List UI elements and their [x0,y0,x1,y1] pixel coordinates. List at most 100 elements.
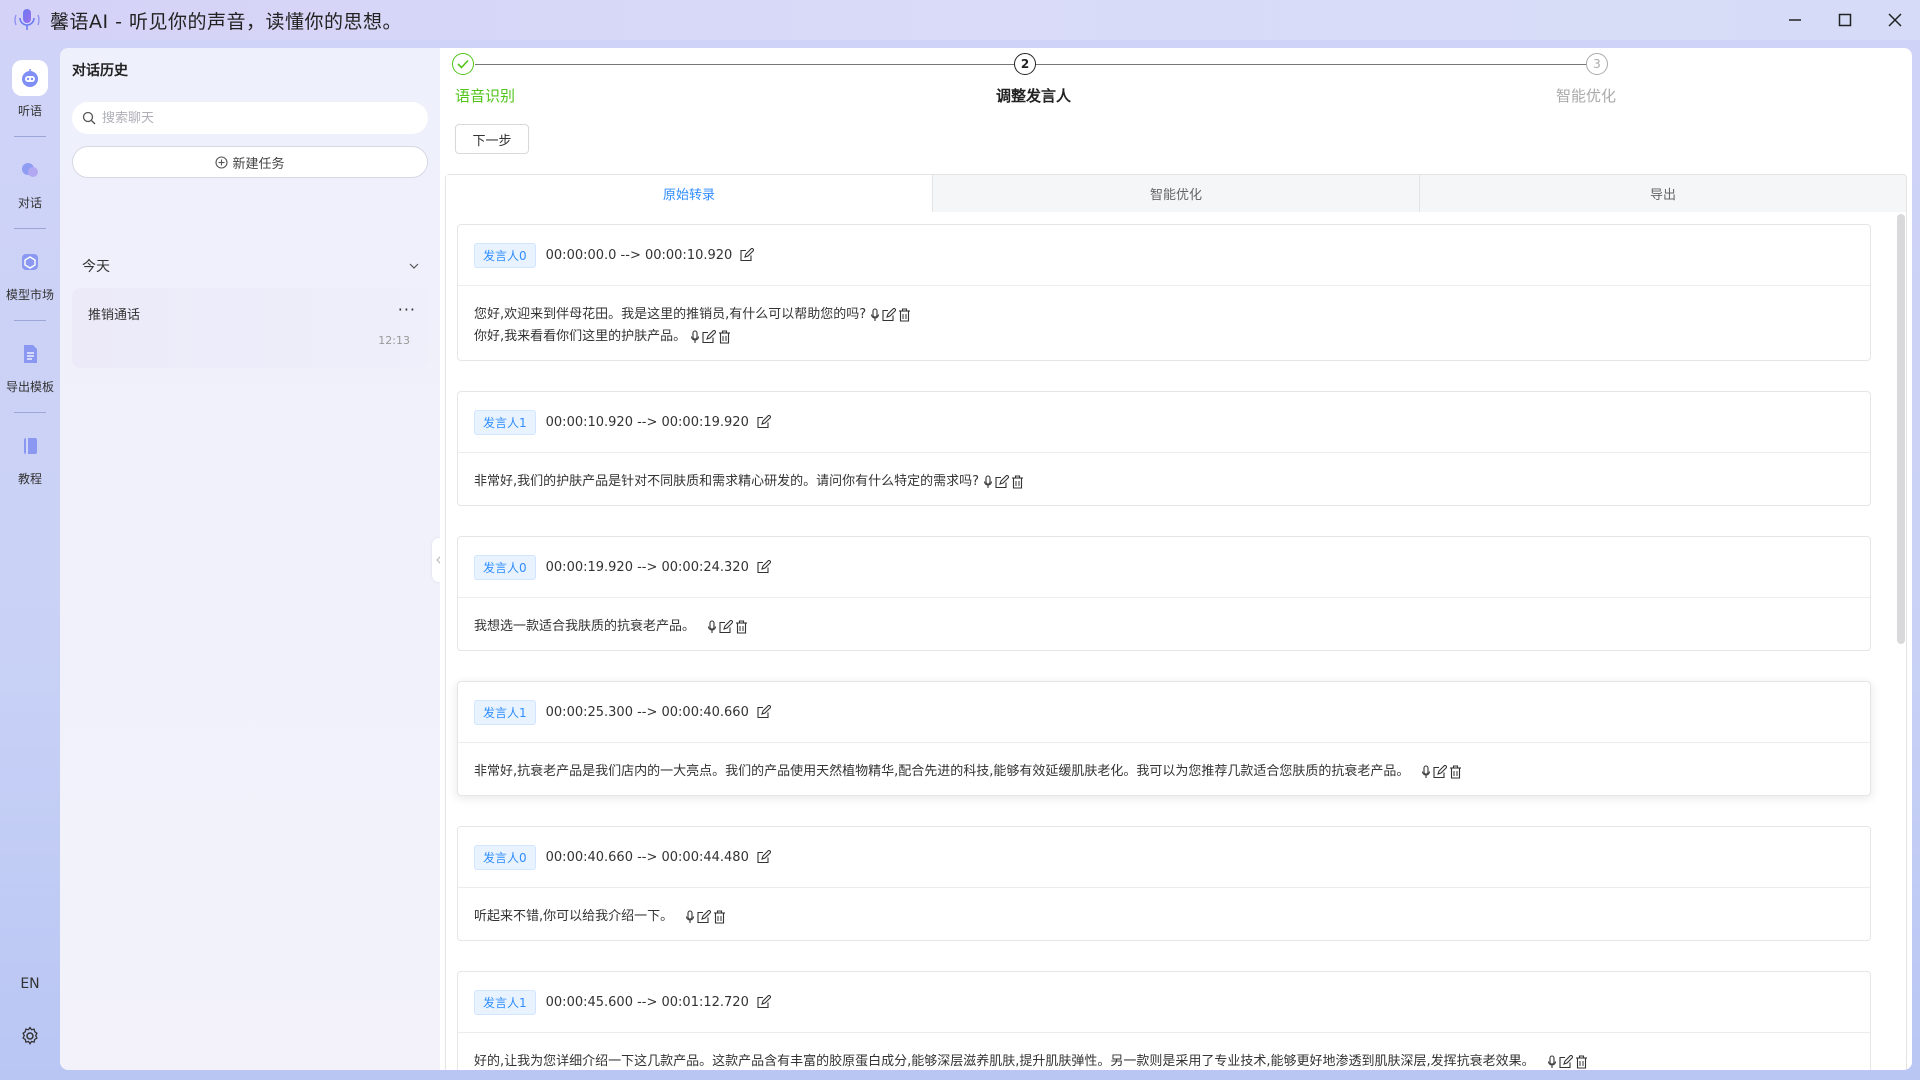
microphone-logo-icon [10,3,44,37]
search-input[interactable] [102,110,402,126]
microphone-icon[interactable] [870,308,880,322]
segment-time: 00:00:45.600 --> 00:01:12.720 [545,994,749,1010]
step-2-label: 调整发言人 [996,87,1072,105]
cube-icon [12,244,48,280]
line-text: 你好,我来看看你们这里的护肤产品。 [474,329,687,344]
microphone-icon[interactable] [1547,1055,1557,1069]
edit-time-icon[interactable] [757,995,771,1009]
microphone-icon[interactable] [690,330,700,344]
edit-icon[interactable] [702,330,717,344]
line-text: 我想选一款适合我肤质的抗衰老产品。 [474,619,696,634]
transcript-segment: 发言人1 00:00:10.920 --> 00:00:19.920 非常好,我… [457,391,1871,506]
microphone-icon[interactable] [685,910,695,924]
speaker-tag[interactable]: 发言人1 [474,409,536,435]
edit-icon[interactable] [697,910,712,924]
nav-item-export-template[interactable]: 导出模板 [0,336,60,395]
microphone-icon[interactable] [1421,765,1431,779]
step-connector [475,64,1015,65]
next-step-button[interactable]: 下一步 [455,124,529,154]
transcript-line: 非常好,我们的护肤产品是针对不同肤质和需求精心研发的。请问你有什么特定的需求吗? [474,471,1870,493]
speaker-tag[interactable]: 发言人0 [474,844,536,870]
edit-icon[interactable] [995,475,1010,489]
new-task-button[interactable]: 新建任务 [72,146,428,178]
search-icon [82,111,96,125]
transcript-segment: 发言人1 00:00:45.600 --> 00:01:12.720 好的,让我… [457,971,1871,1070]
title-bar: 馨语AI - 听见你的声音，读懂你的思想。 [0,0,1920,40]
delete-icon[interactable] [1575,1055,1588,1069]
plus-circle-icon [215,155,229,169]
transcript-line: 我想选一款适合我肤质的抗衰老产品。 [474,616,1870,638]
segment-time: 00:00:25.300 --> 00:00:40.660 [545,704,749,720]
transcript-segment: 发言人0 00:00:19.920 --> 00:00:24.320 我想选一款… [457,536,1871,651]
close-icon [1888,13,1902,27]
transcript-line: 好的,让我为您详细介绍一下这几款产品。这款产品含有丰富的胶原蛋白成分,能够深层滋… [474,1051,1870,1070]
edit-time-icon[interactable] [757,705,771,719]
chat-icon [12,152,48,188]
edit-time-icon[interactable] [740,248,755,262]
delete-icon[interactable] [713,910,726,924]
search-box [72,102,428,134]
speaker-tag[interactable]: 发言人0 [474,242,536,268]
nav-item-listen[interactable]: 听语 [0,60,60,119]
history-group-header[interactable]: 今天 [82,256,420,276]
document-icon [12,336,48,372]
edit-time-icon[interactable] [757,850,771,864]
step-connector [1036,64,1586,65]
nav-divider [14,320,46,321]
delete-icon[interactable] [1011,475,1024,489]
segment-time: 00:00:10.920 --> 00:00:19.920 [545,414,749,430]
line-text: 听起来不错,你可以给我介绍一下。 [474,909,674,924]
chevron-down-icon [409,263,419,269]
settings-button[interactable] [20,1026,40,1046]
history-item-time: 12:13 [378,334,410,347]
line-text: 好的,让我为您详细介绍一下这几款产品。这款产品含有丰富的胶原蛋白成分,能够深层滋… [474,1054,1535,1069]
line-text: 您好,欢迎来到伴母花田。我是这里的推销员,有什么可以帮助您的吗? [474,307,867,322]
line-text: 非常好,我们的护肤产品是针对不同肤质和需求精心研发的。请问你有什么特定的需求吗? [474,474,980,489]
line-text: 非常好,抗衰老产品是我们店内的一大亮点。我们的产品使用天然植物精华,配合先进的科… [474,764,1410,779]
nav-rail: 听语 对话 模型市场 导出模板 教程 EN [0,40,60,1080]
scrollbar-thumb[interactable] [1897,214,1905,644]
delete-icon[interactable] [718,330,731,344]
step-progress: 语音识别 2 调整发言人 3 智能优化 [440,48,1912,118]
step-3-circle: 3 [1586,53,1608,75]
tab-smart-optimize[interactable]: 智能优化 [932,175,1419,212]
tab-raw-transcript[interactable]: 原始转录 [446,175,932,212]
delete-icon[interactable] [735,620,748,634]
speaker-tag[interactable]: 发言人1 [474,989,536,1015]
maximize-button[interactable] [1820,0,1870,40]
nav-divider [14,136,46,137]
transcript-line: 非常好,抗衰老产品是我们店内的一大亮点。我们的产品使用天然植物精华,配合先进的科… [474,761,1870,783]
nav-item-chat[interactable]: 对话 [0,152,60,211]
nav-label: 教程 [17,472,42,486]
nav-item-model-market[interactable]: 模型市场 [0,244,60,303]
speaker-tag[interactable]: 发言人0 [474,554,536,580]
gear-icon [22,1026,38,1045]
history-item[interactable]: 推销通话 ··· 12:13 [72,288,428,368]
edit-icon[interactable] [882,308,897,322]
close-button[interactable] [1870,0,1920,40]
step-1-done-icon [452,53,474,75]
step-2-circle: 2 [1014,53,1036,75]
main-panel: 语音识别 2 调整发言人 3 智能优化 下一步 原始转录 智能优化 导出 发言人… [440,48,1912,1070]
microphone-icon[interactable] [983,475,993,489]
segment-time: 00:00:40.660 --> 00:00:44.480 [545,849,749,865]
segment-time: 00:00:19.920 --> 00:00:24.320 [545,559,749,575]
microphone-icon[interactable] [707,620,717,634]
edit-time-icon[interactable] [757,560,771,574]
edit-time-icon[interactable] [757,415,771,429]
minimize-button[interactable] [1770,0,1820,40]
delete-icon[interactable] [898,308,911,322]
tab-bar: 原始转录 智能优化 导出 [445,174,1907,212]
nav-divider [14,228,46,229]
nav-item-tutorial[interactable]: 教程 [0,428,60,487]
group-label: 今天 [82,259,110,275]
edit-icon[interactable] [1433,765,1448,779]
tab-export[interactable]: 导出 [1419,175,1906,212]
delete-icon[interactable] [1449,765,1462,779]
more-options-icon[interactable]: ··· [398,300,416,319]
edit-icon[interactable] [719,620,734,634]
language-toggle[interactable]: EN [0,976,60,992]
speaker-tag[interactable]: 发言人1 [474,699,536,725]
edit-icon[interactable] [1559,1055,1573,1069]
nav-label: 模型市场 [5,288,54,302]
